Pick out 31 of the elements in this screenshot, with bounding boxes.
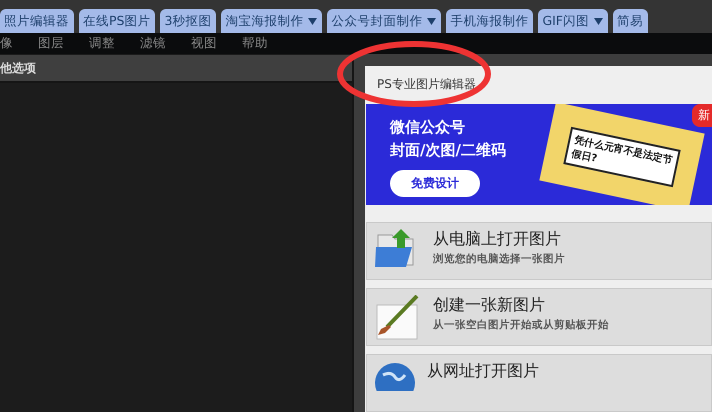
- globe-icon: [375, 360, 415, 391]
- option-title: 从网址打开图片: [427, 360, 539, 382]
- nav-tab[interactable]: 3秒抠图: [160, 9, 216, 33]
- nav-tab[interactable]: 淘宝海报制作: [221, 9, 322, 33]
- option-subtitle: 浏览您的电脑选择一张图片: [433, 252, 565, 266]
- panel-title: 他选项: [0, 60, 36, 76]
- menu-item[interactable]: 像: [0, 35, 13, 52]
- open-option[interactable]: 从网址打开图片: [366, 354, 712, 412]
- menu-item[interactable]: 图层: [38, 35, 64, 52]
- banner-subline: 封面/次图/二维码: [390, 140, 506, 160]
- menu-item[interactable]: 视图: [191, 35, 217, 52]
- new-badge: 新: [692, 104, 712, 127]
- open-option[interactable]: 从电脑上打开图片 浏览您的电脑选择一张图片: [366, 222, 712, 280]
- card-text: 凭什么元宵不是法定节假日?: [563, 127, 681, 188]
- option-subtitle: 从一张空白图片开始或从剪贴板开始: [433, 318, 609, 332]
- menu-item[interactable]: 调整: [89, 35, 115, 52]
- open-option[interactable]: 创建一张新图片 从一张空白图片开始或从剪贴板开始: [366, 288, 712, 346]
- dialog-title: PS专业图片编辑器: [377, 76, 477, 93]
- banner-headline: 微信公众号: [390, 118, 466, 137]
- paintbrush-canvas-icon: [375, 294, 421, 341]
- option-title: 创建一张新图片: [433, 294, 546, 316]
- menu-item[interactable]: 帮助: [242, 35, 268, 52]
- nav-tab[interactable]: 公众号封面制作: [327, 9, 442, 33]
- menu-item[interactable]: 滤镜: [140, 35, 166, 52]
- nav-tab[interactable]: 手机海报制作: [446, 9, 534, 33]
- nav-tab[interactable]: 照片编辑器: [0, 9, 74, 33]
- nav-tab[interactable]: 简易: [613, 9, 648, 33]
- nav-tab[interactable]: GIF闪图: [538, 9, 608, 33]
- option-title: 从电脑上打开图片: [433, 228, 562, 250]
- design-button[interactable]: 免费设计: [390, 170, 480, 197]
- nav-tab[interactable]: 在线PS图片: [79, 9, 156, 33]
